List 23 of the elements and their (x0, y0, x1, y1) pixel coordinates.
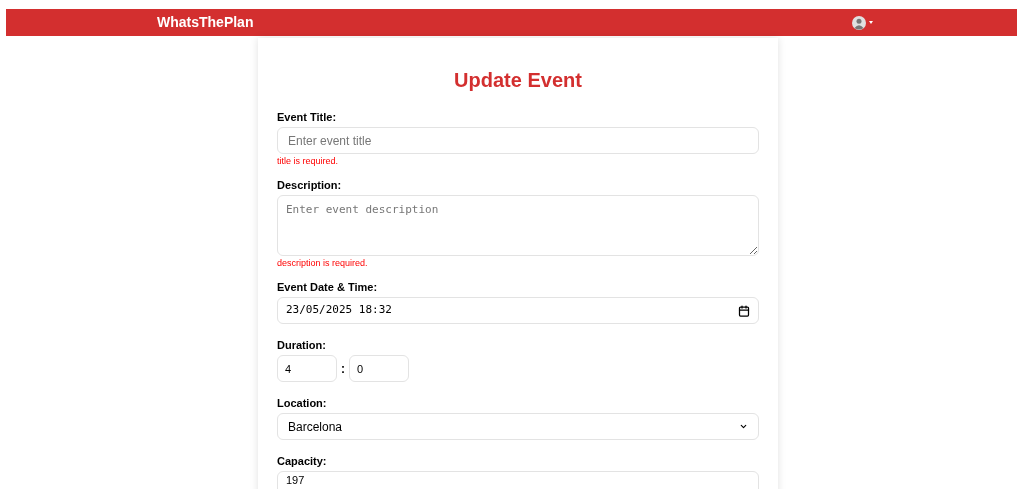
error-message: description is required. (277, 258, 369, 269)
field-label: Description: (277, 178, 343, 192)
separator-text: : (341, 360, 345, 378)
hours-field[interactable]: 4 (277, 355, 337, 382)
location-select[interactable]: Barcelona (277, 413, 759, 440)
error-message: title is required. (277, 156, 340, 167)
form-title: Update Event (453, 68, 583, 93)
caret-icon (869, 21, 873, 24)
field-label: Event Title: (277, 110, 338, 124)
field-label: Event Date & Time: (277, 280, 379, 294)
calendar-icon[interactable] (738, 304, 750, 317)
field-label: Location: (277, 396, 328, 410)
user-menu[interactable] (852, 15, 873, 30)
minutes-field[interactable]: 0 (349, 355, 409, 382)
brand-logo[interactable]: WhatsThePlan (157, 12, 254, 33)
field-label: Duration: (277, 338, 327, 352)
input-field[interactable]: Enter event title (277, 127, 759, 154)
user-avatar-icon (852, 15, 866, 30)
textarea-field[interactable]: Enter event description (277, 195, 759, 256)
capacity-field[interactable]: 197 (277, 471, 759, 489)
field-label: Capacity: (277, 454, 328, 468)
datetime-field[interactable]: 23/05/2025 18:32 (277, 297, 759, 324)
chevron-down-icon (739, 422, 748, 431)
